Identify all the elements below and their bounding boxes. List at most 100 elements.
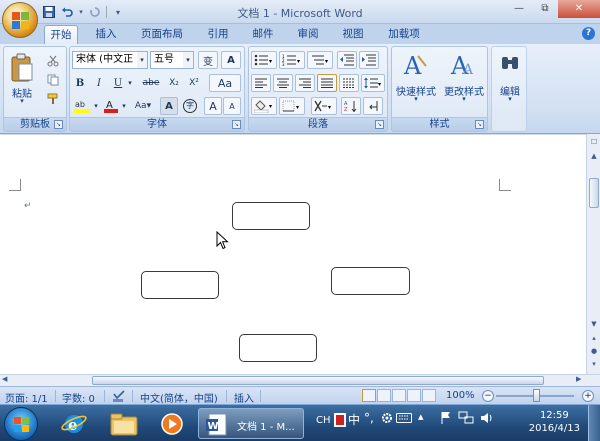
scroll-right-icon[interactable]: ▶ (576, 375, 581, 383)
horizontal-scroll-thumb[interactable] (92, 376, 544, 385)
word-count[interactable]: 字数: 0 (62, 390, 95, 405)
editing-dropdown-icon[interactable]: ▾ (492, 95, 528, 103)
superscript-button[interactable]: X² (185, 74, 203, 92)
vertical-scrollbar[interactable]: ☐ ▲ ▼ ▴ ● ▾ (586, 134, 600, 374)
bold-button[interactable]: B (72, 74, 88, 92)
font-size-combo[interactable]: 五号 ▾ (150, 51, 194, 69)
show-desktop-button[interactable] (588, 405, 600, 441)
change-styles-dropdown-icon[interactable]: ▾ (440, 95, 488, 103)
zoom-in-icon[interactable]: + (582, 390, 594, 402)
align-left-icon[interactable] (251, 74, 271, 92)
tab-mailings[interactable]: 邮件 (246, 25, 280, 44)
language-indicator[interactable]: 中文(简体，中国) (140, 390, 218, 405)
full-screen-reading-view-icon[interactable] (377, 389, 391, 402)
paste-icon[interactable] (7, 51, 37, 85)
internet-explorer-icon[interactable]: e (54, 408, 94, 439)
settings-gear-icon[interactable] (380, 411, 394, 428)
align-right-icon[interactable] (295, 74, 315, 92)
tray-language[interactable]: CH (316, 415, 331, 426)
font-name-combo[interactable]: 宋体 (中文正 ▾ (72, 51, 148, 69)
page-count[interactable]: 页面: 1/1 (5, 390, 48, 405)
font-size-dropdown-icon[interactable]: ▾ (183, 52, 193, 68)
restore-button[interactable]: ⧉ (532, 0, 558, 18)
find-binoculars-icon[interactable] (498, 51, 522, 75)
insert-mode-indicator[interactable]: 插入 (234, 390, 254, 405)
chinese-layout-icon[interactable]: ▾ (311, 97, 337, 115)
strikethrough-button[interactable]: abe (140, 74, 162, 92)
italic-button[interactable]: I (91, 74, 107, 92)
shrink-font-button[interactable]: A (223, 97, 241, 115)
change-styles-icon[interactable]: AA (446, 51, 480, 81)
increase-indent-icon[interactable] (359, 51, 379, 69)
show-hide-marks-icon[interactable] (363, 97, 383, 115)
start-button[interactable] (4, 407, 38, 441)
bullets-icon[interactable]: ▾ (251, 51, 277, 69)
ruler-toggle-icon[interactable]: ☐ (588, 136, 600, 148)
help-icon[interactable]: ? (582, 27, 595, 40)
zoom-slider-thumb[interactable] (533, 389, 540, 402)
taskbar-clock[interactable]: 12:59 2016/4/13 (529, 409, 580, 435)
copy-icon[interactable] (44, 71, 62, 89)
paste-dropdown-icon[interactable]: ▾ (6, 97, 38, 105)
office-button[interactable] (2, 2, 38, 38)
action-center-flag-icon[interactable] (440, 411, 452, 428)
phonetic-guide-icon[interactable]: 变 (198, 51, 218, 69)
scroll-left-icon[interactable]: ◀ (2, 375, 7, 383)
next-page-icon[interactable]: ▾ (588, 358, 600, 370)
tray-ime-mode[interactable]: 中 (348, 411, 360, 428)
tab-view[interactable]: 视图 (336, 25, 370, 44)
web-layout-view-icon[interactable] (392, 389, 406, 402)
volume-icon[interactable] (480, 411, 494, 428)
proofing-icon[interactable] (112, 390, 126, 405)
media-player-icon[interactable] (152, 408, 192, 439)
clipboard-launcher-icon[interactable]: ↘ (54, 120, 63, 129)
quick-styles-dropdown-icon[interactable]: ▾ (392, 95, 440, 103)
tab-addins[interactable]: 加载项 (381, 25, 427, 44)
cut-icon[interactable] (44, 52, 62, 70)
vertical-scroll-thumb[interactable] (589, 178, 599, 208)
minimize-button[interactable]: — (506, 0, 532, 18)
decrease-indent-icon[interactable] (337, 51, 357, 69)
select-browse-object-icon[interactable]: ● (588, 345, 600, 357)
document-page[interactable]: ↵ (0, 134, 586, 374)
font-color-icon[interactable]: A (102, 97, 120, 115)
network-icon[interactable] (458, 411, 474, 428)
draft-view-icon[interactable] (422, 389, 436, 402)
grow-font-button[interactable]: A (204, 97, 222, 115)
change-case-button[interactable]: Aa (209, 74, 241, 92)
tab-home[interactable]: 开始 (44, 25, 78, 44)
close-button[interactable]: ✕ (558, 0, 600, 18)
distributed-icon[interactable] (339, 74, 359, 92)
shape-rounded-rect-left[interactable] (141, 271, 219, 299)
zoom-out-icon[interactable]: − (482, 390, 494, 402)
font-size-tool-icon[interactable]: Aa▾ (130, 97, 156, 115)
scroll-down-icon[interactable]: ▼ (588, 318, 600, 330)
align-center-icon[interactable] (273, 74, 293, 92)
underline-button[interactable]: U (110, 74, 126, 92)
ime-toolbar-icon[interactable] (334, 413, 346, 430)
char-shading-button[interactable]: A (160, 97, 178, 115)
taskbar-word-button[interactable]: W 文档 1 - M... (198, 408, 304, 439)
outline-view-icon[interactable] (407, 389, 421, 402)
punctuation-icon[interactable]: °, (364, 411, 374, 425)
horizontal-scrollbar[interactable]: ◀ ▶ (0, 374, 600, 386)
numbering-icon[interactable]: 1 2 3 ▾ (279, 51, 305, 69)
shape-rounded-rect-bottom[interactable] (239, 334, 317, 362)
tab-references[interactable]: 引用 (201, 25, 235, 44)
highlight-icon[interactable]: ab (72, 97, 92, 115)
underline-dropdown-icon[interactable]: ▾ (126, 74, 134, 92)
scroll-up-icon[interactable]: ▲ (588, 150, 600, 162)
shape-rounded-rect-top[interactable] (232, 202, 310, 230)
show-hidden-icons-icon[interactable]: ▴ (418, 410, 424, 423)
styles-launcher-icon[interactable]: ↘ (475, 120, 484, 129)
multilevel-list-icon[interactable]: ▾ (307, 51, 333, 69)
tab-page-layout[interactable]: 页面布局 (134, 25, 190, 44)
zoom-level[interactable]: 100% (446, 390, 475, 401)
tab-review[interactable]: 审阅 (291, 25, 325, 44)
highlight-dropdown-icon[interactable]: ▾ (92, 97, 100, 115)
subscript-button[interactable]: X₂ (165, 74, 183, 92)
clear-format-icon[interactable]: A (221, 51, 241, 69)
format-painter-icon[interactable] (44, 90, 62, 108)
paragraph-launcher-icon[interactable]: ↘ (375, 120, 384, 129)
shading-icon[interactable]: ▾ (251, 97, 277, 115)
